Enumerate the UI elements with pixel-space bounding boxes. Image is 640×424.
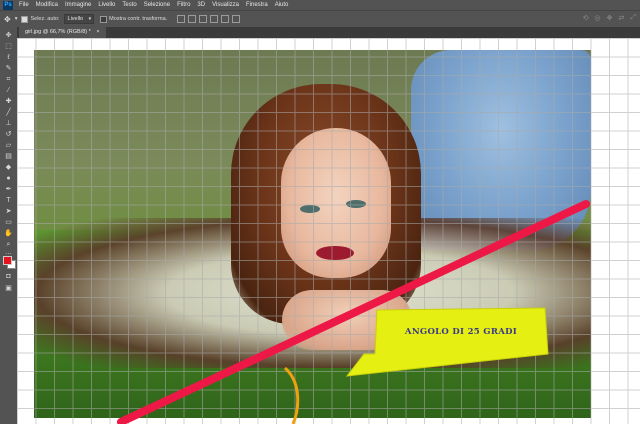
auto-select-label: Selez. auto: bbox=[30, 16, 60, 22]
menu-filtro[interactable]: Filtro bbox=[177, 2, 190, 8]
align-left-icon[interactable] bbox=[210, 15, 219, 23]
tools-panel: ✥ ⬚ ℓ ✎ ⌗ ⁄ ✚ ╱ ⊥ ↺ ▱ ▤ ◆ ● ✒ T ➤ ▭ ✋ ⌕ … bbox=[0, 27, 18, 424]
show-transform-label: Mostra contr. trasforma. bbox=[109, 16, 168, 22]
menu-aiuto[interactable]: Aiuto bbox=[275, 2, 289, 8]
move-icon[interactable]: ✥ bbox=[3, 31, 14, 40]
type-icon[interactable]: T bbox=[3, 196, 14, 205]
show-transform-checkbox[interactable] bbox=[100, 15, 108, 23]
3d-rotate-icon[interactable]: ⟲ bbox=[583, 14, 589, 22]
3d-mode-icons: ⟲ ◎ ✥ ⇄ ⤢ bbox=[577, 14, 636, 22]
menu-immagine[interactable]: Immagine bbox=[65, 2, 91, 8]
auto-select-dropdown[interactable]: Livello bbox=[63, 14, 95, 24]
annotation-overlay bbox=[117, 200, 590, 424]
menu-selezione[interactable]: Selezione bbox=[144, 2, 170, 8]
hand-icon[interactable]: ✋ bbox=[3, 229, 14, 238]
brush-icon[interactable]: ╱ bbox=[3, 108, 14, 117]
close-icon[interactable]: × bbox=[96, 29, 99, 35]
align-right-icon[interactable] bbox=[232, 15, 241, 23]
auto-select-checkbox[interactable] bbox=[21, 15, 29, 23]
3d-pan-icon[interactable]: ✥ bbox=[607, 14, 613, 22]
blur-icon[interactable]: ◆ bbox=[3, 163, 14, 172]
3d-scale-icon[interactable]: ⤢ bbox=[630, 14, 636, 22]
path-select-icon[interactable]: ➤ bbox=[3, 207, 14, 216]
document-tab-label: girl.jpg @ 66,7% (RGB/8) * bbox=[25, 29, 91, 35]
quick-select-icon[interactable]: ✎ bbox=[3, 64, 14, 73]
menu-livello[interactable]: Livello bbox=[98, 2, 115, 8]
menu-bar: Ps File Modifica Immagine Livello Testo … bbox=[0, 0, 640, 10]
healing-icon[interactable]: ✚ bbox=[3, 97, 14, 106]
tool-preset-chevron-icon[interactable]: ▾ bbox=[15, 16, 18, 22]
canvas-workspace[interactable]: ANGOLO DI 25 GRADI bbox=[17, 38, 640, 424]
callout-text: ANGOLO DI 25 GRADI bbox=[404, 327, 518, 337]
menu-visualizza[interactable]: Visualizza bbox=[212, 2, 239, 8]
pen-icon[interactable]: ✒ bbox=[3, 185, 14, 194]
eraser-icon[interactable]: ▱ bbox=[3, 141, 14, 150]
foreground-color-swatch[interactable] bbox=[3, 256, 12, 265]
crop-icon[interactable]: ⌗ bbox=[3, 75, 14, 84]
dodge-icon[interactable]: ● bbox=[3, 174, 14, 183]
history-brush-icon[interactable]: ↺ bbox=[3, 130, 14, 139]
quick-mask-icon[interactable]: ◘ bbox=[3, 272, 14, 281]
document-tab[interactable]: girl.jpg @ 66,7% (RGB/8) * × bbox=[19, 27, 106, 38]
clone-stamp-icon[interactable]: ⊥ bbox=[3, 119, 14, 128]
3d-slide-icon[interactable]: ⇄ bbox=[619, 14, 625, 22]
marquee-icon[interactable]: ⬚ bbox=[3, 42, 14, 51]
photoshop-logo[interactable]: Ps bbox=[3, 0, 13, 10]
angle-arc bbox=[283, 366, 300, 424]
lasso-icon[interactable]: ℓ bbox=[3, 53, 14, 62]
document-tab-bar: girl.jpg @ 66,7% (RGB/8) * × bbox=[17, 27, 640, 38]
3d-roll-icon[interactable]: ◎ bbox=[595, 14, 601, 22]
align-top-icon[interactable] bbox=[177, 15, 186, 23]
menu-file[interactable]: File bbox=[19, 2, 29, 8]
gradient-icon[interactable]: ▤ bbox=[3, 152, 14, 161]
menu-modifica[interactable]: Modifica bbox=[36, 2, 58, 8]
shape-icon[interactable]: ▭ bbox=[3, 218, 14, 227]
screen-mode-icon[interactable]: ▣ bbox=[3, 284, 14, 293]
menu-testo[interactable]: Testo bbox=[122, 2, 136, 8]
align-center-icon[interactable] bbox=[221, 15, 230, 23]
eyedropper-icon[interactable]: ⁄ bbox=[3, 86, 14, 95]
options-bar: ✥ ▾ Selez. auto: Livello Mostra contr. t… bbox=[0, 10, 640, 28]
menu-3d[interactable]: 3D bbox=[197, 2, 205, 8]
align-bottom-icon[interactable] bbox=[199, 15, 208, 23]
move-tool-preset-icon[interactable]: ✥ bbox=[4, 15, 11, 24]
align-middle-icon[interactable] bbox=[188, 15, 197, 23]
menu-finestra[interactable]: Finestra bbox=[246, 2, 268, 8]
align-icons-group bbox=[177, 15, 243, 23]
